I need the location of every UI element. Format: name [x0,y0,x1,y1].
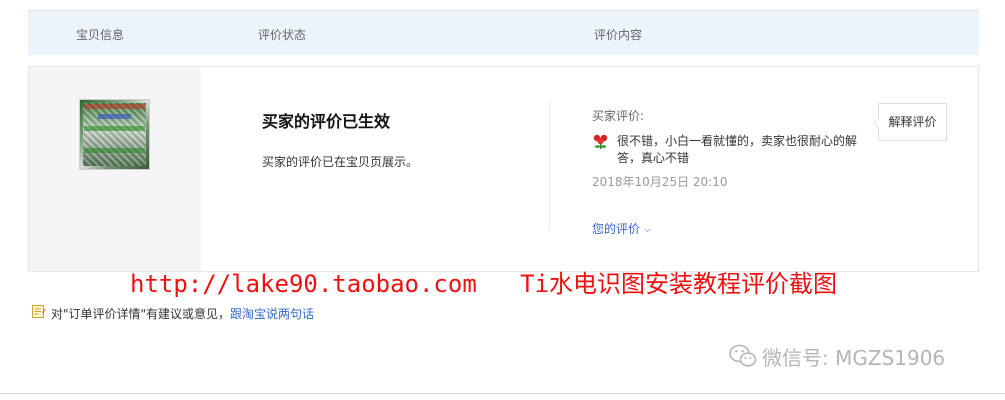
buyer-review-label: 买家评价: [592,109,645,123]
table-header: 宝贝信息 评价状态 评价内容 [28,10,979,55]
column-divider [549,100,550,231]
page-bottom-divider [0,393,1005,394]
wechat-logo-icon [729,344,757,367]
review-status-title: 买家的评价已生效 [262,112,391,131]
review-card: 买家的评价已生效 买家的评价已在宝贝页展示。 买家评价: 很不错，小白一看就懂的… [28,66,979,272]
thumbnail-stripe [98,114,131,119]
explain-review-button[interactable]: 解释评价 [873,103,947,141]
review-status-description: 买家的评价已在宝贝页展示。 [262,155,419,169]
thumbnail-stripe [84,104,145,109]
your-review-label: 您的评价 [592,222,641,236]
thumbnail-stripe [84,148,145,153]
comment-date: 2018年10月25日 20:10 [592,175,728,189]
rose-emoticon-icon [592,133,609,150]
thumbnail-stripe [84,126,145,131]
chevron-down-icon: ⌵ [644,225,651,235]
feedback-link[interactable]: 跟淘宝说两句话 [230,307,314,321]
header-review-content: 评价内容 [594,28,643,42]
buyer-comment-text: 很不错，小白一看就懂的，卖家也很耐心的解答，真心不错 [617,134,858,165]
feedback-note-icon [32,305,46,318]
item-thumbnail-column [29,67,201,271]
header-review-status: 评价状态 [258,28,307,42]
header-item-info: 宝贝信息 [76,28,125,42]
red-watermark-text: http://lake90.taobao.com Ti水电识图安装教程评价截图 [130,270,838,298]
wechat-id-text: 微信号: MGZS1906 [762,346,946,370]
thumbnail-image [83,103,146,166]
feedback-prefix: 对"订单评价详情"有建议或意见， [51,307,231,321]
feedback-line: 对"订单评价详情"有建议或意见，跟淘宝说两句话 [51,305,314,322]
your-review-toggle[interactable]: 您的评价 ⌵ [592,220,651,237]
item-thumbnail[interactable] [79,99,150,170]
